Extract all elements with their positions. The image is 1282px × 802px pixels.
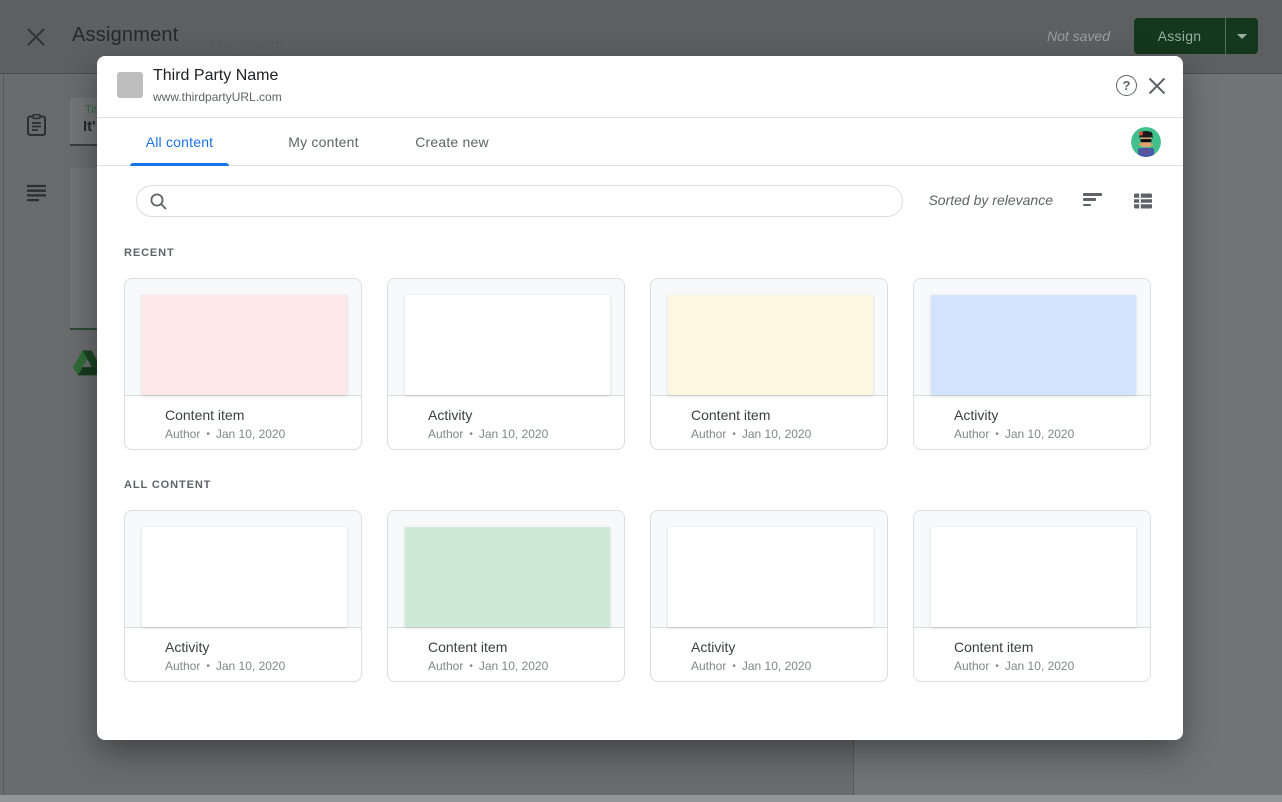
card-meta: Author•Jan 10, 2020 (428, 427, 610, 441)
content-sections: RECENT Content item Author•Jan 10, 2020 … (124, 247, 1151, 682)
background-bottom-strip (0, 795, 1282, 802)
sorted-by-label: Sorted by relevance (928, 192, 1053, 208)
card-title: Activity (691, 638, 873, 656)
search-input[interactable] (176, 187, 902, 215)
content-card[interactable]: Activity Author•Jan 10, 2020 (650, 510, 888, 682)
card-title: Content item (691, 406, 873, 424)
content-card[interactable]: Content item Author•Jan 10, 2020 (387, 510, 625, 682)
assign-dropdown-button[interactable] (1225, 18, 1258, 54)
card-title: Content item (954, 638, 1136, 656)
close-assignment-icon[interactable] (26, 27, 46, 47)
help-icon[interactable]: ? (1116, 75, 1137, 96)
card-meta: Author•Jan 10, 2020 (165, 659, 347, 673)
tab-all-content[interactable]: All content (130, 118, 229, 166)
card-meta: Author•Jan 10, 2020 (954, 659, 1136, 673)
card-meta: Author•Jan 10, 2020 (691, 427, 873, 441)
card-thumbnail (125, 279, 361, 396)
search-bar[interactable] (136, 185, 903, 217)
background-left-edge (3, 74, 4, 795)
sort-icon[interactable] (1083, 193, 1103, 209)
card-title: Content item (428, 638, 610, 656)
content-toolbar: Sorted by relevance (97, 185, 1183, 217)
screen: Assignment Not saved Assign My content T… (0, 0, 1282, 802)
content-card[interactable]: Content item Author•Jan 10, 2020 (650, 278, 888, 450)
view-list-icon[interactable] (1133, 191, 1153, 211)
content-card[interactable]: Content item Author•Jan 10, 2020 (913, 510, 1151, 682)
section-heading-recent: RECENT (124, 247, 1151, 259)
card-meta: Author•Jan 10, 2020 (954, 427, 1136, 441)
content-card[interactable]: Content item Author•Jan 10, 2020 (124, 278, 362, 450)
card-title: Activity (954, 406, 1136, 424)
section-heading-all-content: ALL CONTENT (124, 479, 1151, 491)
content-card[interactable]: Activity Author•Jan 10, 2020 (913, 278, 1151, 450)
card-thumbnail (388, 279, 624, 396)
card-thumbnail (914, 279, 1150, 396)
card-meta: Author•Jan 10, 2020 (691, 659, 873, 673)
assign-split-button[interactable]: Assign (1134, 18, 1258, 54)
chevron-down-icon (1237, 34, 1247, 39)
all-content-card-grid: Activity Author•Jan 10, 2020 Content ite… (124, 510, 1151, 682)
card-thumbnail (125, 511, 361, 628)
provider-logo-placeholder (117, 72, 143, 98)
dialog-close-icon[interactable] (1147, 76, 1167, 96)
card-title: Content item (165, 406, 347, 424)
dialog-content: Sorted by relevance RECENT Content item … (97, 166, 1183, 738)
tab-my-content[interactable]: My content (257, 118, 390, 166)
recent-card-grid: Content item Author•Jan 10, 2020 Activit… (124, 278, 1151, 450)
search-icon (150, 193, 167, 210)
dialog-tabbar: All content My content Create new (97, 118, 1183, 166)
card-thumbnail (388, 511, 624, 628)
tab-create-new[interactable]: Create new (392, 118, 512, 166)
card-thumbnail (651, 511, 887, 628)
assignment-clipboard-icon[interactable] (27, 114, 46, 136)
content-card[interactable]: Activity Author•Jan 10, 2020 (124, 510, 362, 682)
assign-button[interactable]: Assign (1134, 18, 1225, 54)
provider-url: www.thirdpartyURL.com (153, 90, 282, 104)
third-party-picker-dialog: Third Party Name www.thirdpartyURL.com ?… (97, 56, 1183, 740)
avatar[interactable] (1131, 127, 1161, 157)
card-title: Activity (428, 406, 610, 424)
description-lines-icon[interactable] (27, 184, 46, 202)
dialog-header: Third Party Name www.thirdpartyURL.com ? (97, 56, 1183, 118)
card-thumbnail (651, 279, 887, 396)
save-status: Not saved (1047, 28, 1110, 44)
content-card[interactable]: Activity Author•Jan 10, 2020 (387, 278, 625, 450)
card-title: Activity (165, 638, 347, 656)
card-meta: Author•Jan 10, 2020 (165, 427, 347, 441)
provider-name: Third Party Name (153, 67, 278, 85)
background-ghost-tab: My content (210, 36, 283, 53)
title-field-value: It' (83, 118, 96, 135)
title-field-label: Tit (85, 104, 97, 116)
card-thumbnail (914, 511, 1150, 628)
card-meta: Author•Jan 10, 2020 (428, 659, 610, 673)
assignment-title: Assignment (72, 24, 179, 47)
